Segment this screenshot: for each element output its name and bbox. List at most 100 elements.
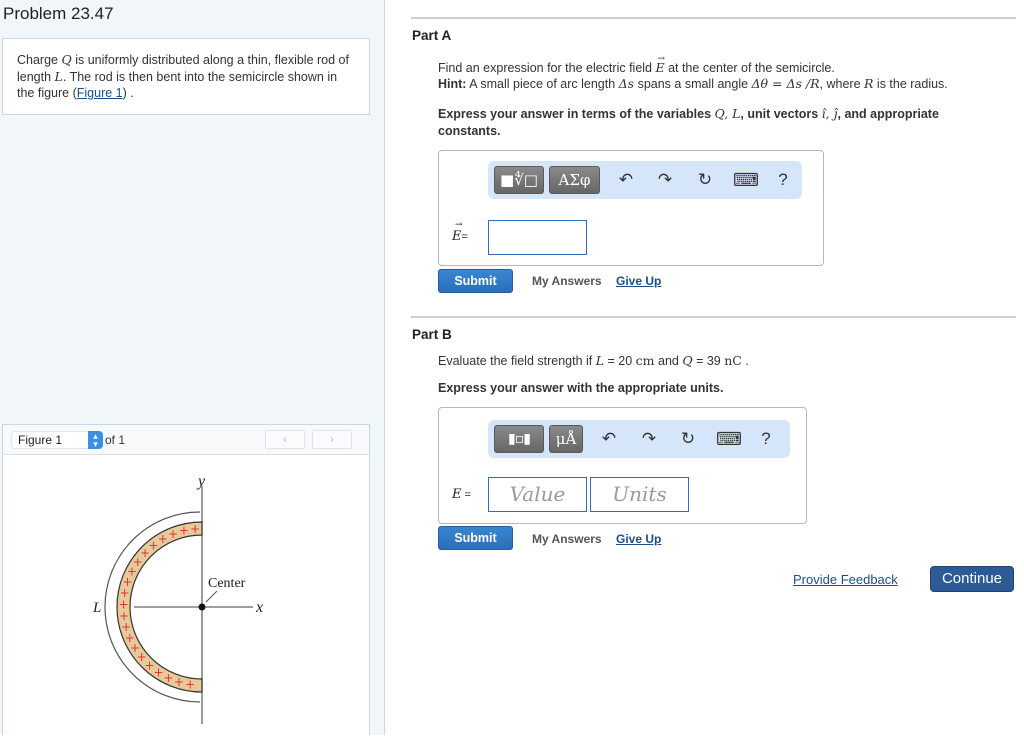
intro-text: . The rod is then bent into the semicirc… xyxy=(17,69,338,101)
templates-button[interactable]: ■∜□ xyxy=(494,166,544,194)
figure-count: of 1 xyxy=(105,433,126,447)
instruction-text: , and appropriate xyxy=(837,107,939,121)
plus-charge-icon: + xyxy=(153,665,163,679)
part-a-answer-box: ■∜□ ΑΣφ ↶ ↷ ↻ ⌨ ? E → = xyxy=(438,150,824,266)
figure-panel: Figure 1 ▴ ▾ of 1 ‹ › + + + + + + + + + + + + + + + + + + +… xyxy=(2,424,370,735)
redo-icon[interactable]: ↷ xyxy=(654,169,676,191)
part-a-my-answers-link[interactable]: My Answers xyxy=(532,274,602,288)
help-icon[interactable]: ? xyxy=(755,428,777,450)
var-e-vector: E → xyxy=(655,54,665,75)
part-b-submit-button[interactable]: Submit xyxy=(438,526,513,550)
part-b-divider xyxy=(411,316,1016,318)
provide-feedback-link[interactable]: Provide Feedback xyxy=(793,572,898,587)
part-b-give-up-link[interactable]: Give Up xyxy=(616,532,661,546)
questions-pane: Part A Find an expression for the electr… xyxy=(385,0,1024,735)
plus-charge-icon: + xyxy=(174,675,184,689)
templates-icon: ■∜□ xyxy=(500,171,538,189)
hint-math: Δs xyxy=(618,76,635,91)
help-icon[interactable]: ? xyxy=(772,169,794,191)
value-input[interactable]: Value xyxy=(488,477,587,512)
part-b-title: Part B xyxy=(412,327,452,342)
semicircle-figure: ++++++++++++++++++ + + + Center y x L xyxy=(92,473,263,724)
part-b-my-answers-link[interactable]: My Answers xyxy=(532,532,602,546)
part-a-title: Part A xyxy=(412,28,452,43)
y-axis-label: y xyxy=(196,473,206,490)
part-b-equation-toolbar: ▮▫▮ μÅ ↶ ↷ ↻ ⌨ ? xyxy=(488,420,790,458)
keyboard-icon[interactable]: ⌨ xyxy=(716,428,742,450)
problem-title: Problem 23.47 xyxy=(3,4,114,23)
equals-sign: = xyxy=(461,489,471,501)
figure-link[interactable]: Figure 1 xyxy=(77,86,123,100)
next-figure-button[interactable]: › xyxy=(312,430,352,449)
instruction-text: Express your answer in terms of the vari… xyxy=(438,107,715,121)
unit-cm: cm xyxy=(635,353,655,368)
part-a-give-up-link[interactable]: Give Up xyxy=(616,274,661,288)
center-point xyxy=(198,603,206,611)
intro-text: ) . xyxy=(122,86,134,100)
reset-icon[interactable]: ↻ xyxy=(677,428,699,450)
reset-icon[interactable]: ↻ xyxy=(694,169,716,191)
hint-text: A small piece of arc length xyxy=(466,77,619,91)
hint-text: , where xyxy=(819,77,865,91)
part-b-instructions: Express your answer with the appropriate… xyxy=(438,381,724,395)
figure-select[interactable]: Figure 1 ▴ ▾ xyxy=(11,431,103,449)
plus-charge-icon: + xyxy=(185,678,195,692)
chevron-right-icon: › xyxy=(330,432,334,446)
prompt-text: Evaluate the field strength if xyxy=(438,354,596,368)
part-a-answer-label: E → = xyxy=(452,220,468,244)
var-l: L xyxy=(54,68,63,84)
length-label: L xyxy=(92,600,101,616)
prompt-text: and xyxy=(654,354,683,368)
prompt-text: = 20 xyxy=(604,354,636,368)
units-button[interactable]: μÅ xyxy=(549,425,583,453)
select-arrows-icon: ▴ ▾ xyxy=(88,431,103,449)
center-label: Center xyxy=(208,576,246,591)
prev-figure-button[interactable]: ‹ xyxy=(265,430,305,449)
redo-icon[interactable]: ↷ xyxy=(638,428,660,450)
var-e: E xyxy=(452,229,462,244)
hint-math: Δθ = Δs /R xyxy=(751,76,820,91)
keyboard-icon[interactable]: ⌨ xyxy=(733,169,759,191)
plus-charge-icon: + xyxy=(158,532,168,546)
hint-text: is the radius. xyxy=(873,77,948,91)
plus-charge-icon: + xyxy=(163,671,173,685)
plus-charge-icon: + xyxy=(179,524,189,538)
undo-icon[interactable]: ↶ xyxy=(615,169,637,191)
prompt-text: . xyxy=(741,354,749,368)
var-l: L xyxy=(595,353,605,368)
undo-icon[interactable]: ↶ xyxy=(598,428,620,450)
part-a-submit-button[interactable]: Submit xyxy=(438,269,513,293)
prompt-text: at the center of the semicircle. xyxy=(664,61,835,75)
part-a-answer-input[interactable] xyxy=(488,220,587,255)
part-a-prompt: Find an expression for the electric fiel… xyxy=(438,54,835,77)
part-a-divider xyxy=(411,17,1016,19)
instruction-math: î, ĵ xyxy=(821,106,838,121)
figure-select-value: Figure 1 xyxy=(18,433,63,447)
greek-icon: ΑΣφ xyxy=(558,171,591,189)
var-e: E xyxy=(452,487,462,502)
plus-charge-icon: + xyxy=(190,522,200,536)
hint-label: Hint: xyxy=(438,77,467,91)
units-input[interactable]: Units xyxy=(590,477,689,512)
problem-intro: Charge Q is uniformly distributed along … xyxy=(2,38,370,115)
greek-symbols-button[interactable]: ΑΣφ xyxy=(549,166,600,194)
instruction-text: , unit vectors xyxy=(740,107,822,121)
chevron-left-icon: ‹ xyxy=(283,432,287,446)
part-b-answer-box: ▮▫▮ μÅ ↶ ↷ ↻ ⌨ ? E = Value Units xyxy=(438,407,807,524)
continue-button[interactable]: Continue xyxy=(930,566,1014,592)
plus-charge-icon: + xyxy=(168,527,178,541)
equals-sign: = xyxy=(461,231,468,243)
part-b-answer-label: E = xyxy=(452,486,471,502)
var-q: Q xyxy=(61,52,72,67)
instruction-math: Q, L xyxy=(714,106,741,121)
prompt-text: = 39 xyxy=(692,354,725,368)
part-a-instructions: Express your answer in terms of the vari… xyxy=(438,106,939,139)
templates-button[interactable]: ▮▫▮ xyxy=(494,425,544,453)
var-q: Q xyxy=(682,353,693,368)
vector-arrow-icon: → xyxy=(455,220,463,230)
part-a-equation-toolbar: ■∜□ ΑΣφ ↶ ↷ ↻ ⌨ ? xyxy=(488,161,802,199)
units-icon: μÅ xyxy=(555,430,577,448)
center-leader xyxy=(205,590,218,603)
intro-text: Charge xyxy=(17,53,62,67)
prompt-text: Find an expression for the electric fiel… xyxy=(438,61,656,75)
